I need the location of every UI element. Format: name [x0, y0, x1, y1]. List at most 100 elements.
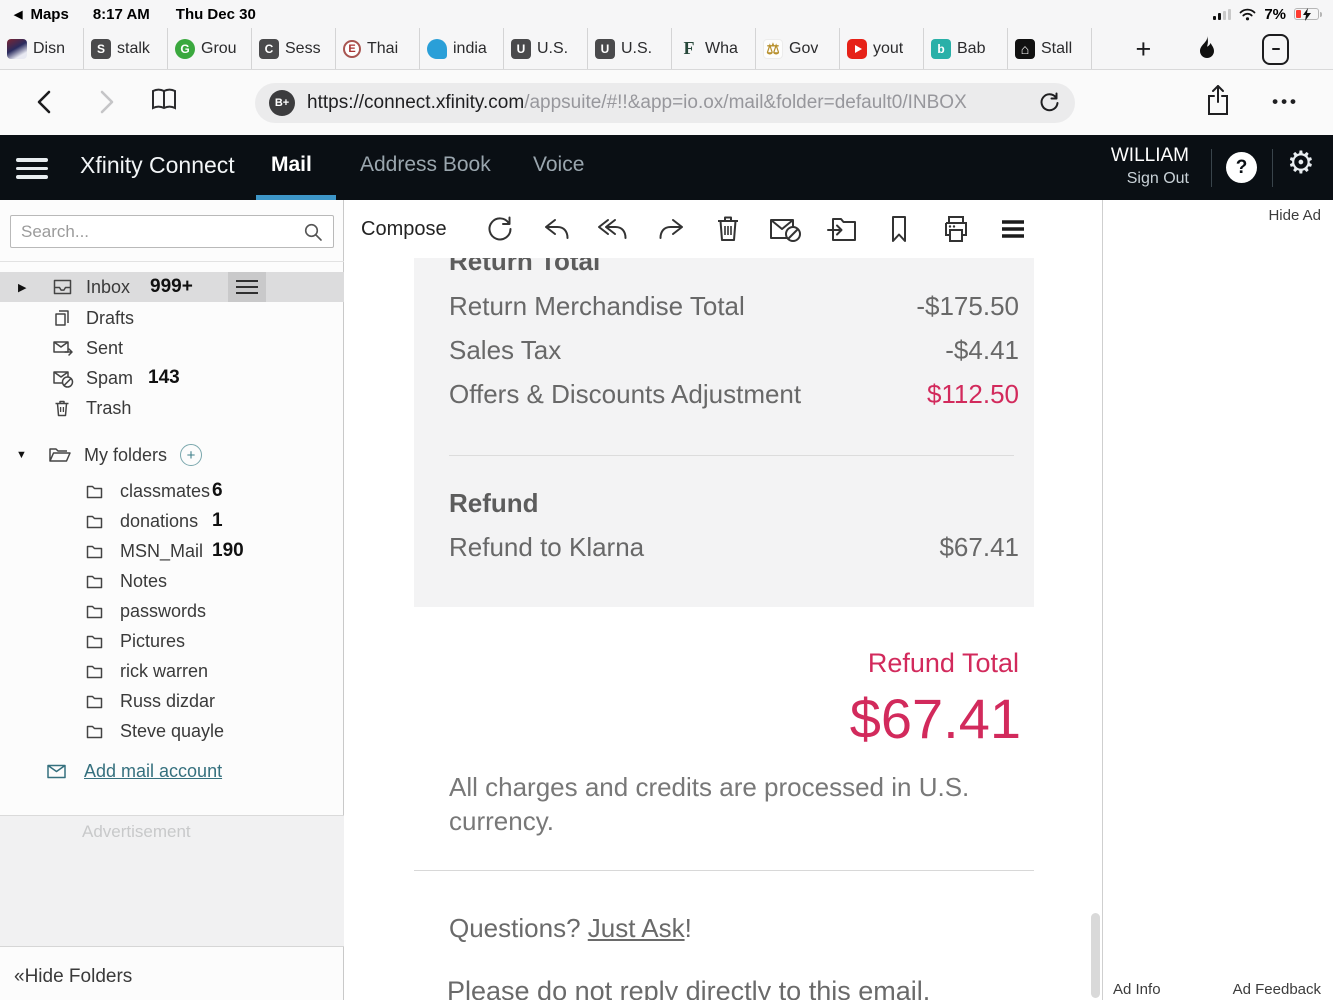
sidebar-folder-item[interactable]: classmates 6 — [0, 476, 344, 506]
ad-info-link[interactable]: Ad Info — [1113, 981, 1161, 998]
browser-tab[interactable]: india — [420, 28, 504, 69]
xfinity-nav-bar: Xfinity Connect Mail Address Book Voice … — [0, 135, 1333, 200]
just-ask-link[interactable]: Just Ask — [588, 913, 685, 943]
search-icon[interactable] — [303, 222, 323, 242]
more-options-icon[interactable]: ••• — [1272, 92, 1299, 112]
advertisement-label: Advertisement — [82, 822, 191, 842]
add-mail-account-row[interactable]: Add mail account — [0, 758, 344, 788]
folder-label[interactable]: Inbox — [86, 277, 130, 298]
tab-favicon: U — [511, 39, 531, 59]
collapse-triangle-icon[interactable]: ▼ — [16, 449, 27, 461]
nav-divider — [1272, 149, 1273, 187]
back-to-app[interactable]: ◀ Maps 8:17 AM Thu Dec 30 — [0, 6, 256, 23]
reply-icon[interactable] — [540, 212, 574, 246]
summary-row: Offers & Discounts Adjustment $112.50 — [449, 379, 1019, 410]
share-icon[interactable] — [1205, 84, 1231, 116]
sidebar-folder-item[interactable]: Steve quayle — [0, 716, 344, 746]
forward-icon[interactable] — [654, 212, 688, 246]
search-input[interactable] — [11, 222, 303, 242]
tab-mail[interactable]: Mail — [271, 153, 312, 177]
sidebar-item-trash[interactable]: Trash — [0, 393, 344, 423]
expand-triangle-icon[interactable]: ▶ — [18, 281, 26, 294]
move-to-folder-icon[interactable] — [825, 212, 859, 246]
folder-label[interactable]: MSN_Mail — [120, 541, 203, 562]
sidebar-folder-item[interactable]: MSN_Mail 190 — [0, 536, 344, 566]
tab-address-book[interactable]: Address Book — [360, 153, 491, 177]
sidebar-item-spam[interactable]: Spam 143 — [0, 363, 344, 393]
bookmark-flag-icon[interactable] — [882, 212, 916, 246]
nav-hamburger-icon[interactable] — [16, 158, 48, 184]
add-folder-button[interactable]: + — [180, 444, 202, 466]
browser-tab[interactable]: S stalk — [84, 28, 168, 69]
user-block: WILLIAM Sign Out — [1111, 145, 1189, 188]
browser-tab[interactable]: ⚖ Gov — [756, 28, 840, 69]
browser-tab[interactable]: b Bab — [924, 28, 1008, 69]
sidebar-item-sent[interactable]: Sent — [0, 333, 344, 363]
help-icon[interactable]: ? — [1226, 152, 1257, 183]
sidebar-item-drafts[interactable]: Drafts — [0, 303, 344, 333]
delete-icon[interactable] — [711, 212, 745, 246]
new-tab-button[interactable]: + — [1136, 36, 1152, 63]
sidebar-folder-item[interactable]: Notes — [0, 566, 344, 596]
browser-tab[interactable]: yout — [840, 28, 924, 69]
reload-icon[interactable] — [1037, 91, 1061, 115]
sidebar-folder-item[interactable]: Russ dizdar — [0, 686, 344, 716]
sidebar-folder-item[interactable]: passwords — [0, 596, 344, 626]
tab-voice[interactable]: Voice — [533, 153, 584, 177]
folder-label[interactable]: Notes — [120, 571, 167, 592]
search-box[interactable] — [10, 215, 334, 248]
reply-all-icon[interactable] — [597, 212, 631, 246]
advertisement-slot: Advertisement — [0, 816, 344, 946]
forward-button[interactable] — [95, 88, 117, 116]
my-folders-label[interactable]: My folders — [84, 445, 167, 466]
ad-feedback-link[interactable]: Ad Feedback — [1233, 981, 1321, 998]
folder-label[interactable]: Steve quayle — [120, 721, 224, 742]
browser-tab[interactable]: U U.S. — [588, 28, 672, 69]
scrollbar-thumb[interactable] — [1091, 913, 1100, 998]
browser-tab[interactable]: E Thai — [336, 28, 420, 69]
refresh-icon[interactable] — [483, 212, 517, 246]
bookmarks-book-icon[interactable] — [150, 87, 178, 113]
hide-folders-button[interactable]: «Hide Folders — [14, 966, 132, 988]
folder-label[interactable]: passwords — [120, 601, 206, 622]
folder-label[interactable]: classmates — [120, 481, 210, 502]
folder-label[interactable]: Russ dizdar — [120, 691, 215, 712]
back-app-label[interactable]: Maps — [30, 6, 68, 23]
browser-tab[interactable]: U U.S. — [504, 28, 588, 69]
folder-label[interactable]: Spam — [86, 368, 133, 389]
private-mode-flame-icon[interactable] — [1195, 35, 1219, 63]
sidebar-item-inbox[interactable]: ▶ Inbox 999+ — [0, 272, 344, 302]
folder-label[interactable]: rick warren — [120, 661, 208, 682]
folder-label[interactable]: Sent — [86, 338, 123, 359]
browser-tab[interactable]: C Sess — [252, 28, 336, 69]
back-button[interactable] — [34, 88, 56, 116]
url-field[interactable]: B+ https://connect.xfinity.com/appsuite/… — [255, 83, 1075, 123]
folder-label[interactable]: Trash — [86, 398, 131, 419]
more-menu-icon[interactable] — [996, 212, 1030, 246]
sidebar-folder-item[interactable]: Pictures — [0, 626, 344, 656]
footer-note: Please do not reply directly to this ema… — [447, 976, 930, 1000]
folder-label[interactable]: Drafts — [86, 308, 134, 329]
hide-tab-bar-button[interactable] — [1262, 34, 1289, 65]
content-blocker-badge[interactable]: B+ — [269, 90, 295, 116]
browser-tab[interactable]: ⌂ Stall — [1008, 28, 1092, 69]
sidebar-folder-item[interactable]: rick warren — [0, 656, 344, 686]
compose-button[interactable]: Compose — [361, 218, 447, 241]
sidebar-folder-item[interactable]: donations 1 — [0, 506, 344, 536]
browser-tab[interactable]: Disn — [0, 28, 84, 69]
folder-icon — [85, 633, 104, 650]
tab-favicon: C — [259, 39, 279, 59]
browser-tab[interactable]: G Grou — [168, 28, 252, 69]
browser-tab[interactable]: F Wha — [672, 28, 756, 69]
sidebar-my-folders-header[interactable]: ▼ My folders + — [0, 440, 344, 470]
inbox-context-menu-button[interactable] — [228, 272, 266, 302]
hide-ad-button[interactable]: Hide Ad — [1268, 207, 1321, 224]
add-mail-account-link[interactable]: Add mail account — [84, 761, 222, 782]
sign-out-link[interactable]: Sign Out — [1111, 170, 1189, 188]
print-icon[interactable] — [939, 212, 973, 246]
mark-spam-icon[interactable] — [768, 212, 802, 246]
settings-gear-icon[interactable]: ⚙ — [1287, 147, 1315, 178]
folder-label[interactable]: donations — [120, 511, 198, 532]
section-title: Return Total — [449, 258, 600, 277]
folder-label[interactable]: Pictures — [120, 631, 185, 652]
